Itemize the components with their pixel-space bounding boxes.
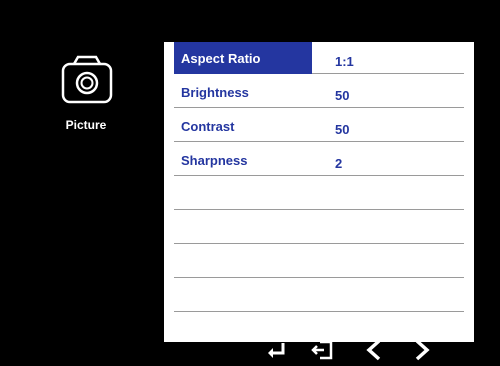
menu-row-sharpness[interactable]: Sharpness 2 bbox=[174, 144, 464, 176]
exit-icon[interactable] bbox=[311, 339, 335, 366]
chevron-right-icon[interactable] bbox=[412, 339, 432, 366]
footer-nav bbox=[0, 339, 500, 363]
menu-row-label: Sharpness bbox=[181, 153, 248, 168]
camera-icon[interactable] bbox=[60, 54, 114, 106]
menu-row-empty bbox=[174, 178, 464, 210]
menu-row-brightness[interactable]: Brightness 50 bbox=[174, 76, 464, 108]
menu-row-empty bbox=[174, 246, 464, 278]
picture-label: Picture bbox=[65, 118, 107, 132]
menu-row-empty bbox=[174, 280, 464, 312]
menu-row-value: 50 bbox=[335, 122, 350, 137]
enter-icon[interactable] bbox=[265, 339, 287, 366]
menu-row-contrast[interactable]: Contrast 50 bbox=[174, 110, 464, 142]
settings-menu: Aspect Ratio 1:1 Brightness 50 Contrast … bbox=[164, 42, 474, 342]
menu-row-label: Aspect Ratio bbox=[181, 51, 261, 66]
menu-row-label: Brightness bbox=[181, 85, 249, 100]
menu-row-label: Contrast bbox=[181, 119, 235, 134]
menu-row-aspect-ratio[interactable]: Aspect Ratio 1:1 bbox=[174, 42, 464, 74]
menu-row-value: 1:1 bbox=[335, 54, 354, 69]
menu-row-empty bbox=[174, 212, 464, 244]
menu-row-value: 2 bbox=[335, 156, 343, 171]
chevron-left-icon[interactable] bbox=[364, 339, 384, 366]
menu-row-value: 50 bbox=[335, 88, 350, 103]
